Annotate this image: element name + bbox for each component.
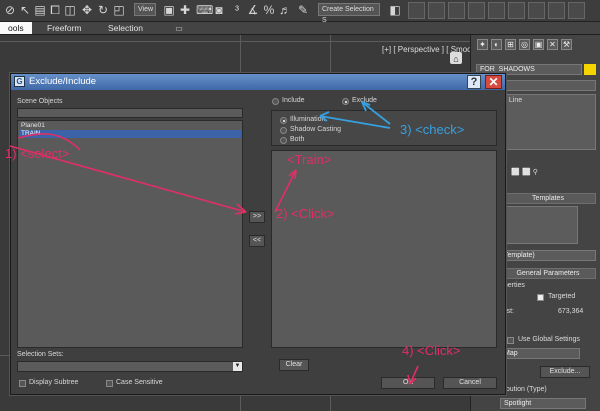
annotation-train: <Train> bbox=[287, 152, 332, 167]
annotation-check: 3) <check> bbox=[400, 122, 465, 137]
annotation-select: 1) <select> bbox=[5, 146, 70, 161]
annotation-click: 2) <Click> bbox=[276, 206, 335, 221]
blue-arrow-check bbox=[319, 101, 391, 129]
annotation-click-ok: 4) <Click> bbox=[402, 343, 461, 358]
pink-arrow-ok bbox=[407, 365, 419, 385]
